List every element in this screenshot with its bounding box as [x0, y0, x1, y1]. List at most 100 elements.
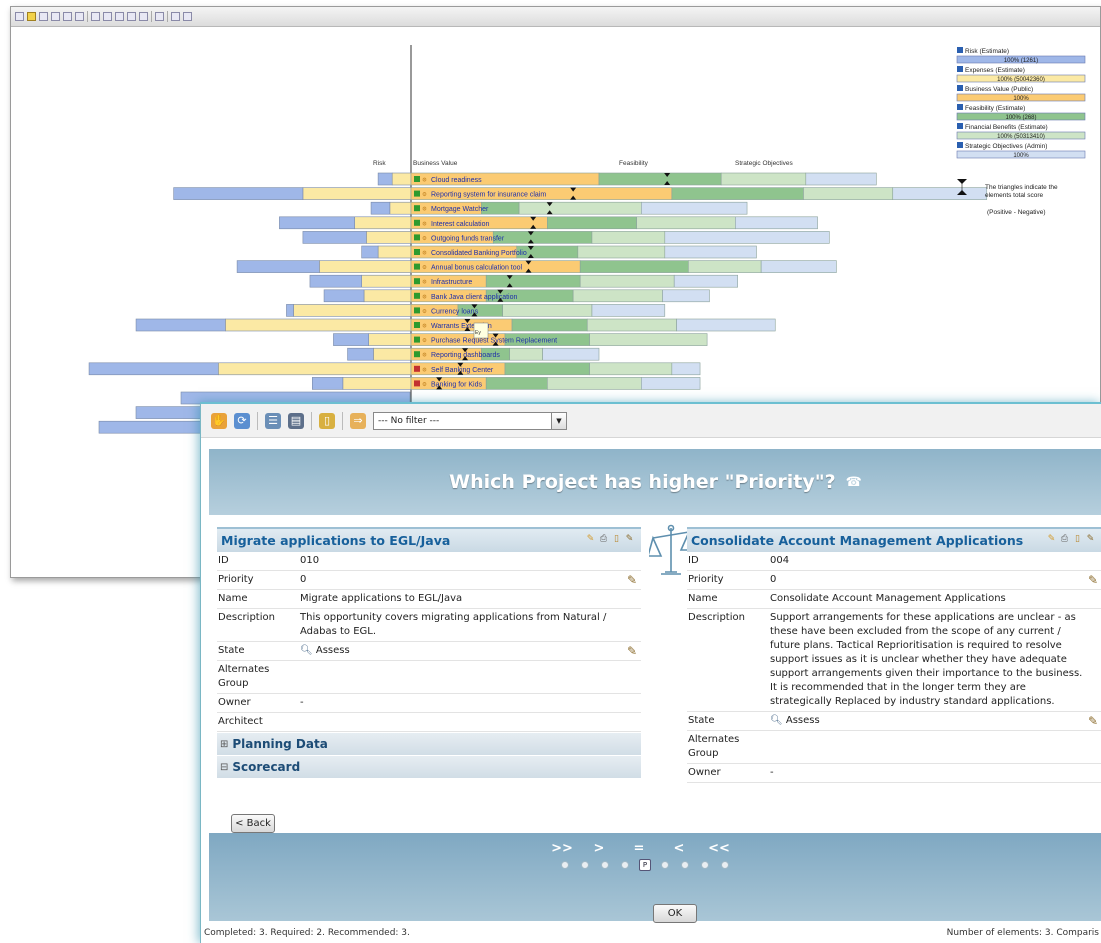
bar-feasibility[interactable] [492, 231, 593, 244]
edit-pencil-icon[interactable]: ✎ [627, 644, 637, 658]
bar-feasibility[interactable] [485, 377, 548, 390]
vote-option[interactable] [621, 861, 629, 869]
bar-strategic[interactable] [591, 304, 666, 317]
chart-row-label[interactable]: Consolidated Banking Portfolio [431, 250, 527, 257]
bar-financial[interactable] [589, 333, 708, 346]
chart-row-label[interactable]: Cloud readiness [431, 177, 482, 184]
filter-select[interactable]: --- No filter --- ▼ [373, 411, 567, 430]
chart-row-label[interactable]: Annual bonus calculation tool [431, 265, 523, 272]
chart-row-label[interactable]: Reporting system for insurance claim [431, 192, 546, 199]
legend-checkbox[interactable] [957, 85, 963, 91]
bar-expenses[interactable] [225, 318, 412, 332]
bar-financial[interactable] [579, 274, 675, 288]
bar-strategic[interactable] [664, 245, 757, 259]
bar-financial[interactable] [502, 304, 593, 317]
chart-row-label[interactable]: Outgoing funds transfer [431, 235, 505, 242]
ok-button[interactable]: OK [653, 904, 697, 923]
legend-checkbox[interactable] [957, 123, 963, 129]
back-button[interactable]: < Back [231, 814, 275, 833]
bar-risk[interactable] [309, 274, 362, 288]
document-icon[interactable]: ▯ [319, 412, 335, 429]
bar-feasibility[interactable] [671, 187, 804, 200]
wizard-icon[interactable]: ✋ [211, 412, 227, 429]
bar-expenses[interactable] [319, 260, 412, 273]
chart-row-label[interactable]: Self Banking Center [431, 367, 494, 374]
bar-risk[interactable] [135, 318, 226, 332]
bar-risk[interactable] [173, 187, 304, 200]
bar-feasibility[interactable] [546, 216, 637, 230]
bar-strategic[interactable] [673, 274, 738, 288]
bar-risk[interactable] [377, 172, 393, 186]
chart-row-label[interactable]: Bank Java client application [431, 294, 517, 301]
bar-expenses[interactable] [302, 187, 412, 200]
bar-risk[interactable] [279, 216, 355, 230]
bar-strategic[interactable] [734, 216, 818, 230]
bar-risk[interactable] [88, 362, 219, 376]
bar-expenses[interactable] [391, 172, 412, 186]
chart-row-label[interactable]: Mortgage Watcher [431, 206, 489, 213]
bar-risk[interactable] [361, 245, 379, 259]
bar-strategic[interactable] [671, 362, 701, 376]
bar-financial[interactable] [572, 289, 663, 303]
bar-financial[interactable] [577, 245, 666, 259]
bar-risk[interactable] [311, 377, 344, 390]
bar-expenses[interactable] [389, 201, 412, 215]
print-icon[interactable]: ⎙ [598, 534, 609, 545]
edit-pencil-icon[interactable]: ✎ [627, 573, 637, 587]
bar-expenses[interactable] [354, 216, 412, 230]
bar-strategic[interactable] [664, 231, 830, 244]
bar-expenses[interactable] [218, 362, 412, 376]
bar-risk[interactable] [347, 347, 374, 361]
bar-expenses[interactable] [368, 333, 412, 346]
vote-option[interactable]: P [639, 859, 651, 871]
vote-option[interactable] [681, 861, 689, 869]
bar-risk[interactable] [236, 260, 320, 273]
bar-financial[interactable] [518, 201, 642, 215]
chart-row-label[interactable]: Interest calculation [431, 221, 489, 228]
bar-expenses[interactable] [377, 245, 412, 259]
legend-checkbox[interactable] [957, 104, 963, 110]
bar-risk[interactable] [302, 231, 367, 244]
refresh-icon[interactable]: ⟳ [234, 412, 250, 429]
bar-expenses[interactable] [373, 347, 412, 361]
bar-strategic[interactable] [542, 347, 600, 361]
open-icon[interactable]: ✎ [585, 534, 596, 545]
bar-risk[interactable] [333, 333, 370, 346]
section-scorecard[interactable]: ⊟ Scorecard [217, 756, 641, 778]
bar-feasibility[interactable] [504, 362, 590, 376]
vote-option[interactable] [661, 861, 669, 869]
bar-expenses[interactable] [366, 231, 412, 244]
bar-feasibility[interactable] [485, 274, 581, 288]
bar-financial[interactable] [636, 216, 736, 230]
bar-strategic[interactable] [676, 318, 776, 332]
bar-financial[interactable] [720, 172, 807, 186]
bar-financial[interactable] [803, 187, 894, 200]
bar-expenses[interactable] [342, 377, 412, 390]
bar-feasibility[interactable] [598, 172, 722, 186]
grid-view-icon[interactable]: ▤ [288, 412, 304, 429]
bar-strategic[interactable] [662, 289, 710, 303]
edit-pencil-icon[interactable]: ✎ [1088, 714, 1098, 728]
bar-risk[interactable] [323, 289, 365, 303]
chart-row-label[interactable]: Purchase Request System Replacement [431, 338, 557, 345]
filter-icon[interactable]: ⇒ [350, 412, 366, 429]
edit-pencil-icon[interactable]: ✎ [1088, 573, 1098, 587]
bar-strategic[interactable] [760, 260, 837, 273]
search-icon[interactable]: 🔍︎ [770, 715, 786, 726]
legend-checkbox[interactable] [957, 47, 963, 53]
bar-financial[interactable] [546, 377, 642, 390]
document-icon[interactable]: ▯ [1072, 534, 1083, 545]
bar-strategic[interactable] [640, 201, 748, 215]
help-icon[interactable]: ☎ [846, 475, 862, 490]
bar-financial[interactable] [586, 318, 677, 332]
bar-feasibility[interactable] [579, 260, 689, 273]
bar-feasibility[interactable] [511, 318, 588, 332]
collapse-icon[interactable]: ⊟ [220, 762, 228, 773]
chevron-down-icon[interactable]: ▼ [551, 412, 566, 429]
vote-option[interactable] [721, 861, 729, 869]
legend-checkbox[interactable] [957, 142, 963, 148]
bar-financial[interactable] [687, 260, 762, 273]
expand-icon[interactable]: ⊞ [220, 739, 228, 750]
legend-checkbox[interactable] [957, 66, 963, 72]
pencil-icon[interactable]: ✎ [1085, 534, 1096, 545]
